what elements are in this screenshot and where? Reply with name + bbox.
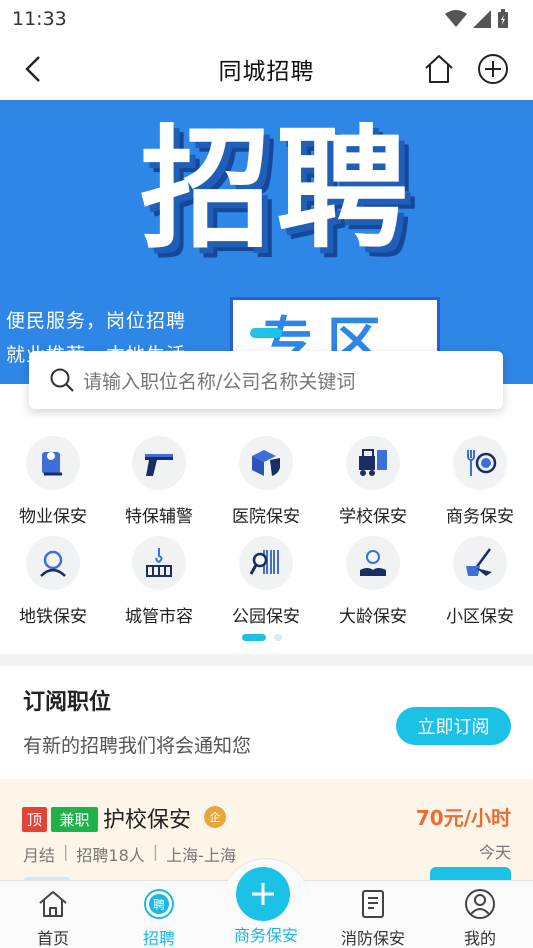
subscribe-button[interactable]: 立即订阅 — [396, 707, 511, 745]
app-header: 同城招聘 — [0, 38, 533, 100]
category-item[interactable]: 物业保安 — [0, 436, 106, 527]
job-meta: 月结 | 招聘18人 | 上海-上海 — [23, 842, 236, 866]
status-time: 11:33 — [12, 8, 67, 30]
plus-circle-icon — [478, 54, 508, 84]
subscribe-title: 订阅职位 — [23, 690, 112, 715]
headset-person-icon — [26, 536, 80, 590]
meta-separator: | — [152, 842, 159, 861]
category-item[interactable]: 大龄保安 — [320, 536, 426, 627]
battery-icon — [498, 9, 508, 28]
category-item[interactable]: 医院保安 — [213, 436, 319, 527]
company-verified-icon: 企 — [204, 806, 226, 828]
home-button[interactable] — [422, 52, 456, 86]
category-item[interactable]: 小区保安 — [427, 536, 533, 627]
status-icons — [445, 9, 509, 29]
medical-shield-icon — [239, 436, 293, 490]
nav-center-button[interactable] — [236, 867, 290, 921]
security-guard-icon — [26, 436, 80, 490]
category-item[interactable]: 特保辅警 — [106, 436, 212, 527]
part-time-tag: 兼职 — [51, 807, 98, 832]
category-label: 商务保安 — [446, 507, 514, 527]
category-item[interactable]: 学校保安 — [320, 436, 426, 527]
pager-dot — [274, 634, 282, 641]
banner-decoration — [250, 328, 282, 338]
recruit-banner[interactable]: 招聘 便民服务，岗位招聘 就业推荐，本地生活 专区 — [0, 100, 533, 384]
chevron-left-icon — [25, 56, 40, 82]
subscribe-description: 有新的招聘我们将会通知您 — [23, 735, 252, 757]
cleaning-bucket-icon — [453, 536, 507, 590]
user-icon — [463, 887, 497, 921]
nav-fire-label: 消防保安 — [340, 929, 405, 948]
category-label: 地铁保安 — [19, 607, 87, 627]
category-item[interactable]: 地铁保安 — [0, 536, 106, 627]
job-hiring-count: 招聘18人 — [76, 846, 145, 865]
category-label: 大龄保安 — [339, 607, 407, 627]
category-label: 医院保安 — [232, 507, 300, 527]
category-item[interactable]: 商务保安 — [427, 436, 533, 527]
back-button[interactable] — [18, 52, 48, 86]
top-tag: 顶 — [22, 807, 47, 832]
search-input[interactable]: 请输入职位名称/公司名称关键词 — [29, 351, 503, 409]
forklift-icon — [346, 436, 400, 490]
home-icon — [425, 55, 453, 83]
signal-icon — [473, 10, 491, 28]
category-label: 城管市容 — [125, 607, 193, 627]
wifi-icon — [445, 10, 467, 27]
job-pay: 70元/小时 — [415, 806, 511, 830]
nav-fire[interactable]: 消防保安 — [320, 881, 426, 948]
svg-text:聘: 聘 — [153, 898, 165, 912]
nav-mine-label: 我的 — [463, 929, 496, 948]
job-post-time: 今天 — [478, 843, 511, 862]
job-settlement: 月结 — [23, 846, 56, 865]
fork-plate-icon — [453, 436, 507, 490]
plus-icon — [252, 883, 274, 905]
banner-line-1: 便民服务，岗位招聘 — [6, 310, 187, 332]
nav-home[interactable]: 首页 — [0, 881, 106, 948]
category-label: 学校保安 — [339, 507, 407, 527]
nav-home-label: 首页 — [36, 929, 69, 948]
nav-jobs-label: 招聘 — [142, 929, 175, 948]
nav-center-label: 商务保安 — [233, 926, 298, 945]
crane-hook-icon — [132, 536, 186, 590]
job-location: 上海-上海 — [166, 846, 236, 865]
nav-jobs[interactable]: 聘 招聘 — [106, 881, 212, 948]
home-icon — [36, 887, 70, 921]
pager-dot-active — [242, 634, 266, 641]
nav-mine[interactable]: 我的 — [427, 881, 533, 948]
search-placeholder: 请输入职位名称/公司名称关键词 — [83, 370, 356, 393]
search-icon — [50, 368, 74, 392]
category-label: 公园保安 — [232, 607, 300, 627]
document-icon — [356, 887, 390, 921]
barcode-search-icon — [239, 536, 293, 590]
category-item[interactable]: 城管市容 — [106, 536, 212, 627]
category-item[interactable]: 公园保安 — [213, 536, 319, 627]
category-pager[interactable] — [242, 634, 282, 641]
banner-headline: 招聘 — [140, 113, 412, 267]
meta-separator: | — [63, 842, 69, 861]
category-label: 小区保安 — [446, 607, 514, 627]
section-divider — [0, 654, 533, 666]
category-label: 物业保安 — [19, 507, 87, 527]
pistol-icon — [132, 436, 186, 490]
award-hand-icon — [346, 536, 400, 590]
status-bar: 11:33 — [0, 0, 533, 38]
job-title: 护校保安 — [103, 808, 192, 833]
add-button[interactable] — [476, 52, 510, 86]
page-title: 同城招聘 — [218, 59, 315, 85]
category-label: 特保辅警 — [125, 507, 193, 527]
recruit-icon: 聘 — [142, 887, 176, 921]
